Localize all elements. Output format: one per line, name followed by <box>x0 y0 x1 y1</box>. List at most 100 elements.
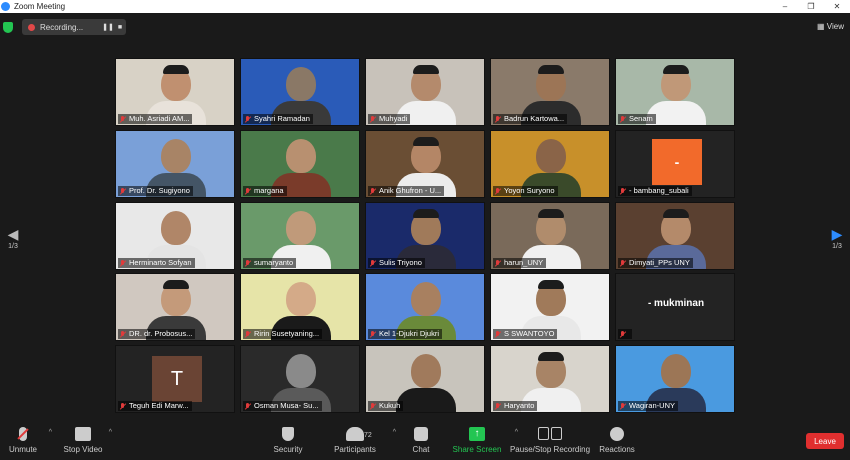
reactions-smiley-icon <box>610 427 624 441</box>
meeting-toolbar: Unmute ^ Stop Video ^ Security Participa… <box>0 423 850 460</box>
participant-name-label: Sulis Triyono <box>368 258 425 268</box>
participant-tile[interactable]: Kel 1-Djukri Djukri <box>365 273 485 341</box>
participant-tile[interactable]: Osman Musa- Su... <box>240 345 360 413</box>
participant-name-label: margana <box>243 186 287 196</box>
participant-video-cap <box>538 209 564 218</box>
participant-tile[interactable]: Senam <box>615 58 735 126</box>
participant-video-cap <box>413 65 439 74</box>
participant-tile[interactable]: Yoyon Suryono <box>490 130 610 198</box>
muted-microphone-icon <box>370 115 376 123</box>
participant-tile[interactable]: Prof. Dr. Sugiyono <box>115 130 235 198</box>
participant-name-label: Badrun Kartowa... <box>493 114 568 124</box>
participant-tile[interactable]: Ririn Susetyaning... <box>240 273 360 341</box>
participant-avatar-initial: - <box>652 139 702 185</box>
participant-video-face <box>536 139 566 173</box>
participant-tile[interactable]: Syahri Ramadan <box>240 58 360 126</box>
participant-video-face <box>411 282 441 316</box>
participant-video-cap <box>663 209 689 218</box>
next-page-button[interactable]: ▶ 1/3 <box>830 226 844 250</box>
pause-recording-button[interactable]: ❚❚ <box>102 23 114 31</box>
share-screen-button[interactable]: ↑ Share Screen ^ <box>442 427 518 454</box>
muted-microphone-icon <box>495 187 501 195</box>
participant-tile[interactable]: S SWANTOYO <box>490 273 610 341</box>
muted-microphone-icon <box>620 187 626 195</box>
participant-tile[interactable]: margana <box>240 130 360 198</box>
participant-name: Prof. Dr. Sugiyono <box>129 186 190 195</box>
stop-recording-button[interactable]: ■ <box>114 24 126 31</box>
participant-name-label: Wagiran-UNY <box>618 401 678 411</box>
participant-tile[interactable]: T Teguh Edi Marw... <box>115 345 235 413</box>
muted-microphone-icon <box>370 402 376 410</box>
video-camera-icon <box>75 427 91 441</box>
participant-tile[interactable]: Sulis Triyono <box>365 202 485 270</box>
participant-tile[interactable]: - mukminan <box>615 273 735 341</box>
restore-button[interactable]: ❐ <box>798 2 824 11</box>
video-options-caret[interactable]: ^ <box>109 429 112 436</box>
recording-label: Recording... <box>40 22 84 32</box>
participant-name: margana <box>254 186 284 195</box>
muted-microphone-icon <box>120 402 126 410</box>
participant-tile[interactable]: Dimyati_PPs UNY <box>615 202 735 270</box>
security-shield-toolbar-icon <box>282 427 294 441</box>
page-indicator-left: 1/3 <box>8 243 18 250</box>
participant-name: Wagiran-UNY <box>629 401 675 410</box>
pause-stop-recording-label: Pause/Stop Recording <box>509 445 591 454</box>
participant-tile[interactable]: Anik Ghufron - U... <box>365 130 485 198</box>
participant-tile[interactable]: Wagiran-UNY <box>615 345 735 413</box>
participants-count: 72 <box>364 432 372 439</box>
participant-video-face <box>286 139 316 173</box>
participant-name-label: Muh. Asriadi AM... <box>118 114 193 124</box>
participant-tile[interactable]: Herminarto Sofyan <box>115 202 235 270</box>
muted-microphone-icon <box>370 187 376 195</box>
previous-page-button[interactable]: ◀ 1/3 <box>6 226 20 250</box>
participant-name-label: Syahri Ramadan <box>243 114 313 124</box>
zoom-logo-icon <box>1 2 10 11</box>
muted-microphone-icon <box>370 330 376 338</box>
muted-microphone-icon <box>620 259 626 267</box>
view-button[interactable]: ▦ View <box>817 22 844 31</box>
participant-tile[interactable]: Muhyadi <box>365 58 485 126</box>
participant-name: Kukuh <box>379 401 401 410</box>
minimize-button[interactable]: – <box>772 2 798 11</box>
participant-tile[interactable]: Badrun Kartowa... <box>490 58 610 126</box>
participant-tile[interactable]: harun_UNY <box>490 202 610 270</box>
participants-button[interactable]: Participants 72 ^ <box>320 427 396 454</box>
reactions-button[interactable]: Reactions <box>582 427 652 454</box>
participant-name: Muh. Asriadi AM... <box>129 114 190 123</box>
participant-video-cap <box>538 65 564 74</box>
participant-name-label: Herminarto Sofyan <box>118 258 195 268</box>
security-label: Security <box>273 445 303 454</box>
participant-name-label <box>618 329 632 339</box>
chevron-left-icon: ◀ <box>7 226 19 242</box>
close-button[interactable]: ✕ <box>824 2 850 11</box>
security-button[interactable]: Security <box>253 427 323 454</box>
window-title: Zoom Meeting <box>14 2 66 11</box>
participant-tile[interactable]: Muh. Asriadi AM... <box>115 58 235 126</box>
chat-bubble-icon <box>414 427 428 441</box>
participant-name: Dimyati_PPs UNY <box>629 258 690 267</box>
share-screen-icon: ↑ <box>469 427 485 441</box>
participant-name: Anik Ghufron - U... <box>379 186 442 195</box>
participant-name: Muhyadi <box>379 114 408 123</box>
leave-button[interactable]: Leave <box>806 433 844 449</box>
stop-video-button[interactable]: Stop Video ^ <box>48 427 118 454</box>
participant-video-face <box>411 354 441 388</box>
participant-name: Syahri Ramadan <box>254 114 310 123</box>
participant-tile[interactable]: Kukuh <box>365 345 485 413</box>
participant-name-label: Anik Ghufron - U... <box>368 186 445 196</box>
participants-icon <box>346 427 364 441</box>
participant-video-cap <box>163 280 189 289</box>
muted-microphone-icon <box>245 402 251 410</box>
participant-tile[interactable]: sumaryanto <box>240 202 360 270</box>
participant-name: Teguh Edi Marw... <box>129 401 189 410</box>
participant-tile[interactable]: -- bambang_subali <box>615 130 735 198</box>
participant-tile[interactable]: DR. dr. Probosus... <box>115 273 235 341</box>
muted-microphone-icon <box>245 115 251 123</box>
muted-microphone-icon <box>120 115 126 123</box>
share-screen-label: Share Screen <box>452 445 502 454</box>
participant-tile[interactable]: Haryanto <box>490 345 610 413</box>
security-shield-icon[interactable] <box>3 22 13 33</box>
participant-name-label: Yoyon Suryono <box>493 186 558 196</box>
participant-name: Haryanto <box>504 401 535 410</box>
participant-name: Senam <box>629 114 653 123</box>
